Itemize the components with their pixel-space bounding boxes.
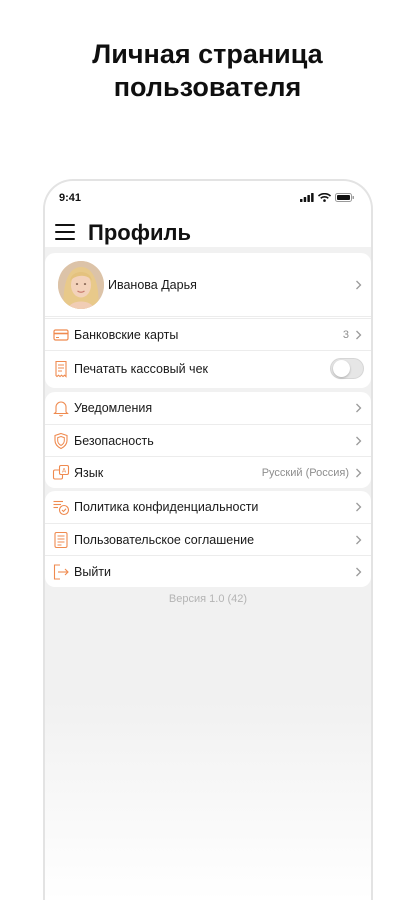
shield-icon	[54, 432, 68, 450]
status-bar: 9:41	[45, 181, 371, 219]
card-icon	[53, 329, 69, 341]
app-header: Профиль	[45, 219, 371, 247]
chevron-right-icon	[356, 502, 362, 512]
battery-icon	[335, 193, 354, 202]
wifi-icon	[318, 193, 331, 202]
document-icon	[54, 531, 68, 549]
bell-icon	[53, 401, 69, 417]
legal-card: Политика конфиденциальности Пользователь…	[45, 491, 371, 587]
profile-name: Иванова Дарья	[108, 278, 197, 292]
language-row[interactable]: A Язык Русский (Россия)	[45, 456, 371, 488]
status-icons	[300, 193, 355, 202]
settings-card: Уведомления Безопасность A Язык Русский …	[45, 392, 371, 488]
chevron-right-icon	[356, 403, 362, 413]
app-version: Версия 1.0 (42)	[168, 593, 248, 605]
profile-row[interactable]: Иванова Дарья	[45, 253, 371, 317]
language-label: Язык	[74, 465, 104, 480]
profile-card: Иванова Дарья Банковские карты 3 Печатат…	[45, 253, 371, 388]
print-receipt-label: Печатать кассовый чек	[74, 361, 208, 376]
language-value: Русский (Россия)	[261, 466, 349, 479]
print-receipt-row: Печатать кассовый чек	[45, 350, 371, 386]
chevron-right-icon	[356, 535, 362, 545]
language-icon: A	[52, 464, 70, 480]
headline-line-2: пользователя	[113, 72, 302, 102]
privacy-icon	[53, 500, 70, 516]
agreement-label: Пользовательское соглашение	[74, 532, 255, 547]
signal-icon	[300, 193, 314, 202]
bank-cards-label: Банковские карты	[74, 327, 179, 342]
logout-row[interactable]: Выйти	[45, 555, 371, 587]
security-row[interactable]: Безопасность	[45, 424, 371, 456]
logout-icon	[53, 564, 69, 580]
receipt-icon	[55, 360, 67, 378]
chevron-right-icon	[356, 330, 362, 340]
print-receipt-toggle[interactable]	[330, 358, 364, 379]
promo-headline: Личная страница пользователя	[0, 38, 415, 104]
headline-line-1: Личная страница	[92, 39, 323, 69]
chevron-right-icon	[356, 468, 362, 478]
agreement-row[interactable]: Пользовательское соглашение	[45, 523, 371, 555]
menu-icon[interactable]	[55, 223, 77, 240]
notifications-label: Уведомления	[74, 401, 153, 415]
privacy-label: Политика конфиденциальности	[74, 500, 259, 514]
chevron-right-icon	[356, 567, 362, 577]
notifications-row[interactable]: Уведомления	[45, 392, 371, 424]
phone-frame: 9:41 Профиль Иванова Дарья Банковские ка…	[43, 179, 373, 900]
chevron-right-icon	[356, 280, 362, 290]
toggle-knob	[333, 360, 350, 377]
bank-cards-count: 3	[342, 328, 349, 341]
privacy-row[interactable]: Политика конфиденциальности	[45, 491, 371, 523]
chevron-right-icon	[356, 436, 362, 446]
page-title: Профиль	[88, 220, 191, 245]
avatar	[58, 261, 104, 309]
bank-cards-row[interactable]: Банковские карты 3	[45, 318, 371, 350]
security-label: Безопасность	[74, 433, 154, 448]
logout-label: Выйти	[74, 564, 112, 579]
status-time: 9:41	[59, 192, 82, 204]
